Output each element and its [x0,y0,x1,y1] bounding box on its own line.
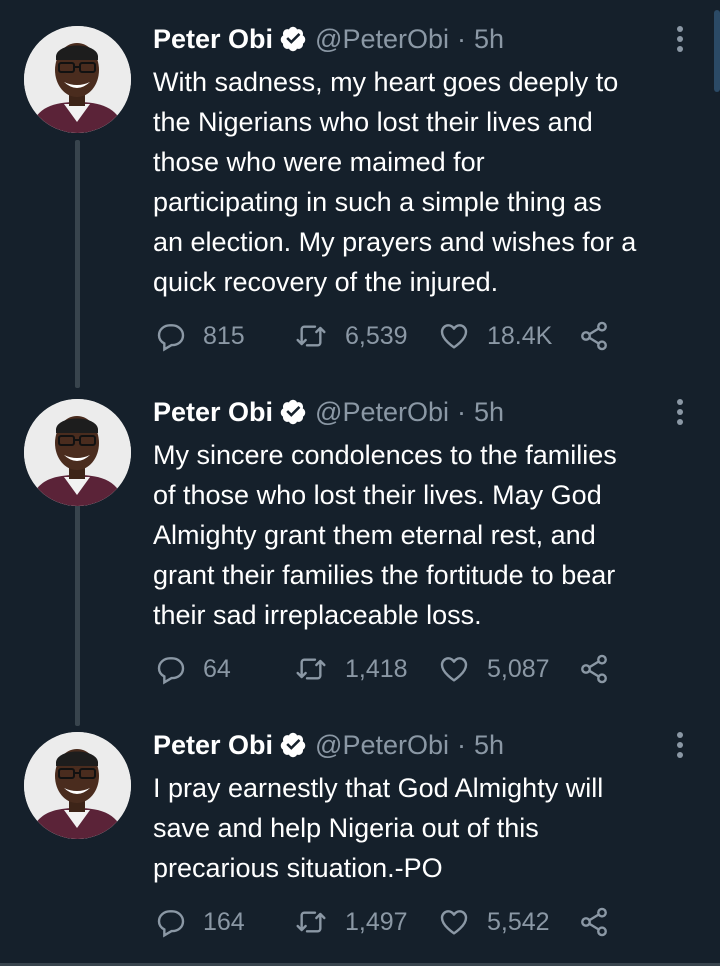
more-vertical-icon[interactable] [668,397,692,427]
author-name[interactable]: Peter Obi [153,397,273,428]
like-icon [440,910,468,935]
tweet-timestamp[interactable]: 5h [474,730,504,761]
thread-connector-line [75,140,80,388]
retweet-count: 6,539 [345,321,408,350]
retweet-icon [296,911,326,933]
verified-badge-icon [279,398,307,426]
reply-button[interactable]: 164 [155,902,245,942]
tweet-text-line: their sad irreplaceable loss. [153,600,482,630]
avatar-portrait-icon [24,26,131,133]
like-button[interactable]: 5,087 [437,649,550,689]
tweet-text-line: the Nigerians who lost their lives and [153,107,593,137]
tweet-text: I pray earnestly that God Almighty will … [153,768,713,888]
reply-icon [157,657,185,685]
share-icon [581,654,607,684]
tweet-header: Peter Obi @PeterObi · 5h [153,728,504,762]
retweet-button[interactable]: 1,418 [293,649,408,689]
author-handle[interactable]: @PeterObi [315,397,449,428]
reply-button[interactable]: 815 [155,316,245,356]
author-name[interactable]: Peter Obi [153,730,273,761]
separator-dot: · [457,396,467,427]
reply-count: 164 [203,907,245,936]
reply-icon [157,910,185,938]
tweet-header: Peter Obi @PeterObi · 5h [153,22,504,56]
tweet-timestamp[interactable]: 5h [474,24,504,55]
tweet-header: Peter Obi @PeterObi · 5h [153,395,504,429]
like-button[interactable]: 5,542 [437,902,550,942]
reply-icon [157,324,185,352]
separator-dot: · [457,23,467,54]
more-vertical-icon[interactable] [668,730,692,760]
author-handle[interactable]: @PeterObi [315,730,449,761]
author-name[interactable]: Peter Obi [153,24,273,55]
verified-badge-icon [279,731,307,759]
tweet-text-line: precarious situation.-PO [153,853,443,883]
tweet-text-line: those who were maimed for [153,147,485,177]
tweet-text: With sadness, my heart goes deeply to th… [153,62,713,302]
tweet-text-line: My sincere condolences to the families [153,440,617,470]
tweet-timestamp[interactable]: 5h [474,397,504,428]
share-button[interactable] [578,316,610,356]
author-handle[interactable]: @PeterObi [315,24,449,55]
share-button[interactable] [578,649,610,689]
tweet-text-line: save and help Nigeria out of this [153,813,539,843]
like-count: 18.4K [487,321,553,350]
retweet-icon [296,658,326,680]
avatar[interactable] [24,732,131,839]
tweet-text-line: an election. My prayers and wishes for a [153,227,637,257]
more-vertical-icon[interactable] [668,24,692,54]
tweet-text-line: grant their families the fortitude to be… [153,560,616,590]
scrollbar-thumb[interactable] [714,10,720,92]
tweet-text-line: of those who lost their lives. May God [153,480,602,510]
share-icon [581,907,607,937]
verified-badge-icon [279,25,307,53]
like-button[interactable]: 18.4K [437,316,552,356]
retweet-count: 1,497 [345,907,408,936]
reply-count: 815 [203,321,245,350]
like-icon [440,324,468,349]
avatar[interactable] [24,399,131,506]
retweet-icon [296,325,326,347]
thread-connector-line [75,486,80,726]
like-count: 5,087 [487,654,550,683]
tweet-thread: Peter Obi @PeterObi · 5h With sadness, m… [0,0,720,966]
separator-dot: · [457,729,467,760]
avatar-portrait-icon [24,732,131,839]
retweet-button[interactable]: 6,539 [293,316,408,356]
tweet-text: My sincere condolences to the families o… [153,435,713,635]
avatar[interactable] [24,26,131,133]
like-count: 5,542 [487,907,550,936]
share-button[interactable] [578,902,610,942]
like-icon [440,657,468,682]
retweet-button[interactable]: 1,497 [293,902,408,942]
tweet-text-line: Almighty grant them eternal rest, and [153,520,596,550]
tweet-text-line: I pray earnestly that God Almighty will [153,773,604,803]
tweet-text-line: quick recovery of the injured. [153,267,499,297]
retweet-count: 1,418 [345,654,408,683]
reply-button[interactable]: 64 [155,649,231,689]
tweet-text-line: participating in such a simple thing as [153,187,602,217]
reply-count: 64 [203,654,231,683]
tweet-text-line: With sadness, my heart goes deeply to [153,67,619,97]
share-icon [581,321,607,351]
avatar-portrait-icon [24,399,131,506]
